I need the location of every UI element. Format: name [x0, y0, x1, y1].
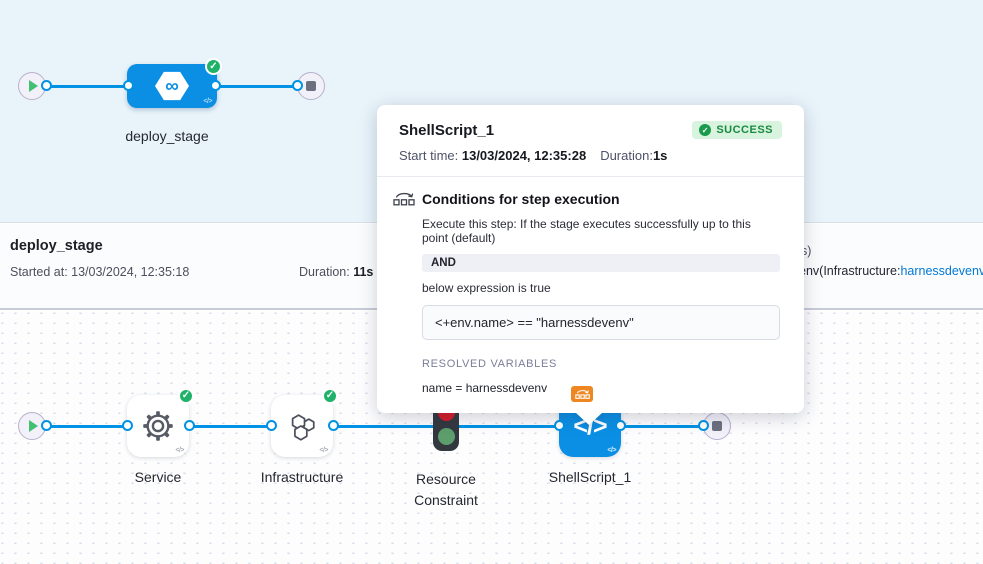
code-mark-icon: </> [175, 447, 184, 454]
step-details-popover: ShellScript_1 ✓ SUCCESS Start time: 13/0… [377, 105, 804, 413]
expression-box: <+env.name> == "harnessdevenv" [422, 305, 780, 340]
port-dot [123, 80, 134, 91]
stop-icon [306, 81, 316, 91]
port-dot [698, 420, 709, 431]
port-dot [554, 420, 565, 431]
popover-meta: Start time: 13/03/2024, 12:35:28 Duration… [399, 148, 782, 163]
step-node-service[interactable]: </> [127, 395, 189, 457]
success-check-icon: ✓ [178, 388, 194, 404]
play-icon [29, 420, 38, 432]
step-label-shellscript: ShellScript_1 [540, 469, 640, 485]
environment-info-clipped: env(Infrastructure:harnessdevenv [799, 264, 983, 278]
step-label-resource-constraint: Resource Constraint [401, 469, 491, 511]
stop-icon [712, 421, 722, 431]
infrastructure-hexagons-icon [286, 410, 318, 442]
conditional-execution-badge-icon [571, 386, 593, 402]
stage-band-title: deploy_stage [10, 238, 103, 254]
duration-label: Duration: [600, 148, 653, 163]
edge-start-to-stage [44, 85, 130, 88]
edge-start-to-service [44, 425, 130, 428]
code-mark-icon: </> [607, 447, 616, 454]
traffic-light-green [438, 428, 455, 445]
start-time-label: Start time: [399, 148, 462, 163]
step-label-service: Service [108, 469, 208, 485]
stage-node-deploy-stage[interactable]: ∞ </> [127, 64, 217, 108]
port-dot [184, 420, 195, 431]
stage-duration-label: Duration: [299, 265, 353, 279]
popover-step-title: ShellScript_1 [399, 122, 494, 139]
conditional-execution-icon [393, 191, 415, 207]
environment-info-text: env(Infrastructure: [799, 264, 900, 278]
stage-duration-value: 11s [353, 265, 373, 279]
edge-stage-to-end [215, 85, 299, 88]
operator-bar: AND [422, 254, 780, 272]
code-mark-icon: </> [319, 447, 328, 454]
popover-caret [575, 412, 603, 425]
pipeline-execution-view: ∞ </> ✓ deploy_stage deploy_stage Starte… [0, 0, 983, 564]
infrastructure-link[interactable]: harnessdevenv [900, 264, 983, 278]
port-dot [210, 80, 221, 91]
port-dot [41, 80, 52, 91]
status-badge-label: SUCCESS [716, 124, 773, 136]
stage-started-at: Started at: 13/03/2024, 12:35:18 [10, 265, 189, 279]
conditions-title: Conditions for step execution [422, 191, 620, 207]
cd-stage-icon: ∞ [155, 71, 189, 101]
step-label-infrastructure: Infrastructure [242, 469, 362, 485]
stage-duration: Duration: 11s [299, 265, 373, 279]
success-check-icon: ✓ [205, 58, 222, 75]
popover-body: Conditions for step execution Execute th… [377, 177, 804, 413]
edge-shellscript-to-end [619, 425, 705, 428]
port-dot [328, 420, 339, 431]
port-dot [266, 420, 277, 431]
step-node-infrastructure[interactable]: </> [271, 395, 333, 457]
code-mark-icon: </> [203, 98, 212, 105]
port-dot [41, 420, 52, 431]
execute-condition-text: Execute this step: If the stage executes… [422, 217, 780, 245]
edge-service-to-infra [188, 425, 274, 428]
success-check-icon: ✓ [322, 388, 338, 404]
port-dot [615, 420, 626, 431]
play-icon [29, 80, 38, 92]
resolved-variable-value: name = harnessdevenv [422, 381, 780, 395]
success-check-icon: ✓ [699, 124, 711, 136]
stage-label: deploy_stage [97, 128, 237, 144]
port-dot [292, 80, 303, 91]
start-time-value: 13/03/2024, 12:35:28 [462, 148, 586, 163]
status-badge: ✓ SUCCESS [692, 121, 782, 139]
duration-value: 1s [653, 148, 667, 163]
gear-icon [141, 409, 175, 443]
resolved-variables-label: RESOLVED VARIABLES [422, 358, 780, 370]
port-dot [122, 420, 133, 431]
expression-intro-text: below expression is true [422, 281, 780, 295]
popover-header: ShellScript_1 ✓ SUCCESS Start time: 13/0… [377, 105, 804, 177]
